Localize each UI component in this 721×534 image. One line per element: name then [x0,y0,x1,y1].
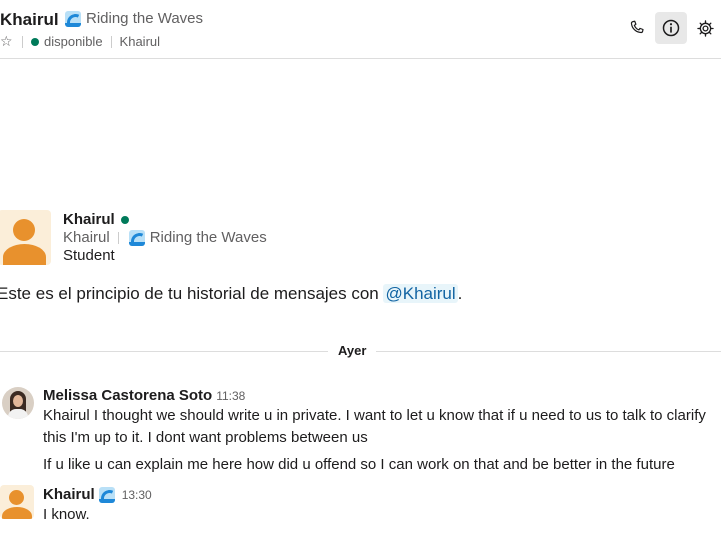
wave-emoji-icon [128,229,145,246]
intro-display-name: Khairul [63,229,110,246]
header-subline: ☆ disponible Khairul [0,33,160,50]
header-status-text: Riding the Waves [86,10,203,27]
message-text: If u like u can explain me here how did … [43,456,675,473]
history-prefix: Este es el principio de tu historial de … [0,284,384,303]
star-icon[interactable]: ☆ [0,33,14,50]
message-timestamp[interactable]: 13:30 [122,488,152,502]
call-button[interactable] [621,12,653,44]
avatar[interactable] [2,387,34,419]
intro-name-row: Khairul [63,211,129,228]
history-suffix: . [457,284,463,303]
header-actions [621,12,721,44]
message-header: Melissa Castorena Soto 11:38 [43,387,245,404]
intro-subline: Khairul Riding the Waves [63,229,267,246]
avatar[interactable] [0,485,34,519]
message-author[interactable]: Khairul [43,486,95,503]
intro-avatar[interactable] [0,210,51,265]
separator [110,35,112,48]
settings-button[interactable] [689,12,721,44]
header-user-name[interactable]: Khairul [0,10,59,30]
presence-label: disponible [44,34,103,49]
header-status: Riding the Waves [65,10,203,27]
presence-dot [31,37,39,46]
intro-title: Student [63,247,115,264]
details-button[interactable] [655,12,687,44]
intro-status-text: Riding the Waves [149,229,267,246]
message-text: Khairul I thought we should write u in p… [43,407,706,446]
intro-user-name[interactable]: Khairul [63,211,115,228]
presence-dot [120,215,129,224]
message-author[interactable]: Melissa Castorena Soto [43,387,212,404]
wave-emoji-icon [65,10,81,27]
header-display-name: Khairul [119,34,161,49]
separator [22,35,23,48]
wave-emoji-icon [98,486,115,503]
gear-icon [696,19,714,37]
history-start-text: Este es el principio de tu historial de … [0,284,462,304]
info-icon [662,19,680,37]
message-timestamp[interactable]: 11:38 [216,389,245,403]
channel-header: Khairul Riding the Waves ☆ disponible Kh… [0,0,721,59]
separator [117,231,119,244]
message-text: I know. [43,506,90,523]
phone-icon [630,20,644,34]
message-header: Khairul 13:30 [43,486,152,503]
day-divider-label[interactable]: Ayer [328,343,377,358]
user-mention[interactable]: @Khairul [383,284,458,303]
